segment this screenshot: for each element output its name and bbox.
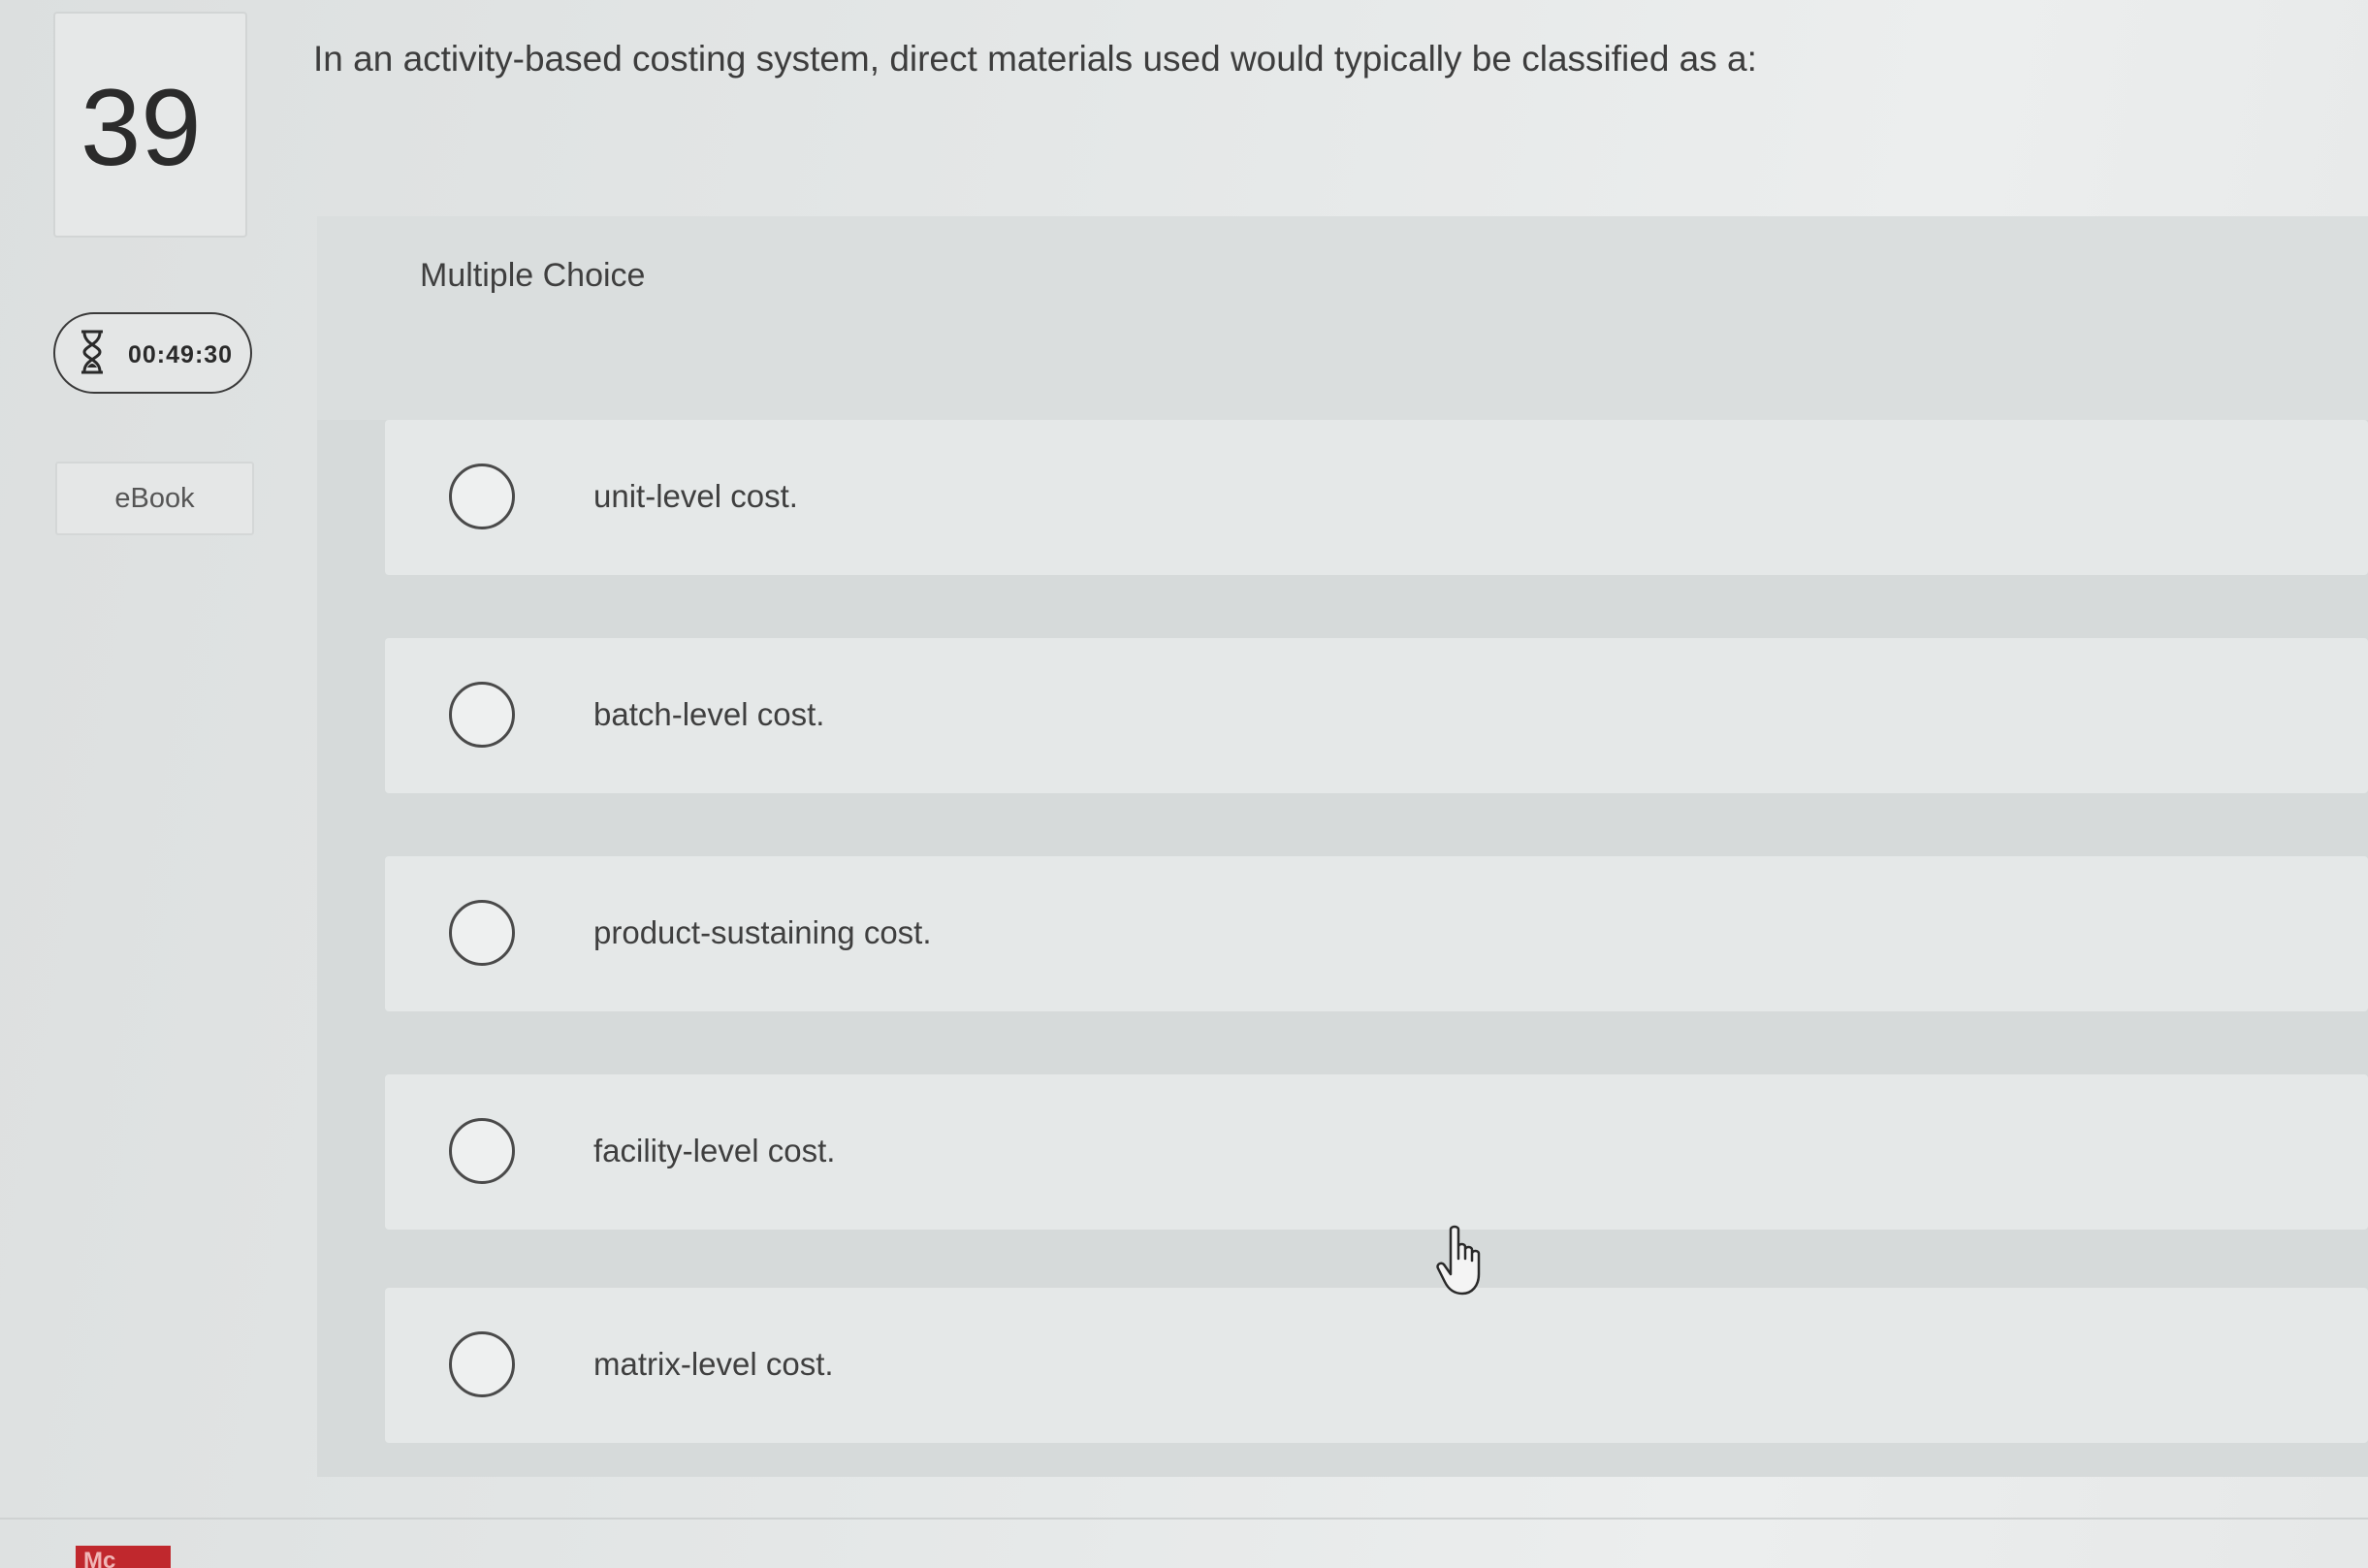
- ebook-label: eBook: [114, 483, 195, 514]
- question-number-box: 39: [53, 12, 247, 238]
- choice-label: matrix-level cost.: [593, 1346, 834, 1382]
- choice-label: unit-level cost.: [593, 478, 798, 514]
- question-type-label: Multiple Choice: [420, 257, 646, 294]
- timer-value: 00:49:30: [128, 341, 234, 368]
- publisher-logo: Mc: [76, 1546, 171, 1568]
- question-text: In an activity-based costing system, dir…: [313, 39, 1757, 79]
- question-number: 39: [80, 67, 202, 188]
- timer-button[interactable]: 00:49:30: [53, 312, 252, 394]
- answer-panel: Multiple Choice unit-level cost. batch-l…: [317, 216, 2368, 1477]
- radio-button[interactable]: [449, 1331, 515, 1397]
- choice-label: batch-level cost.: [593, 696, 825, 732]
- answer-panel-header: Multiple Choice: [317, 216, 2368, 420]
- choice-label: product-sustaining cost.: [593, 914, 932, 950]
- choice-option-5[interactable]: matrix-level cost.: [385, 1288, 2368, 1443]
- choice-option-4[interactable]: facility-level cost.: [385, 1074, 2368, 1230]
- footer-divider: [0, 1518, 2368, 1520]
- publisher-logo-text: Mc: [83, 1548, 116, 1568]
- radio-button[interactable]: [449, 900, 515, 966]
- ebook-button[interactable]: eBook: [55, 462, 254, 535]
- hand-pointer-cursor-icon: [1436, 1225, 1481, 1296]
- choice-option-3[interactable]: product-sustaining cost.: [385, 856, 2368, 1011]
- choice-option-1[interactable]: unit-level cost.: [385, 420, 2368, 575]
- radio-button[interactable]: [449, 464, 515, 529]
- choice-label: facility-level cost.: [593, 1133, 836, 1168]
- choice-option-2[interactable]: batch-level cost.: [385, 638, 2368, 793]
- hourglass-icon: [81, 330, 103, 374]
- radio-button[interactable]: [449, 682, 515, 748]
- radio-button[interactable]: [449, 1118, 515, 1184]
